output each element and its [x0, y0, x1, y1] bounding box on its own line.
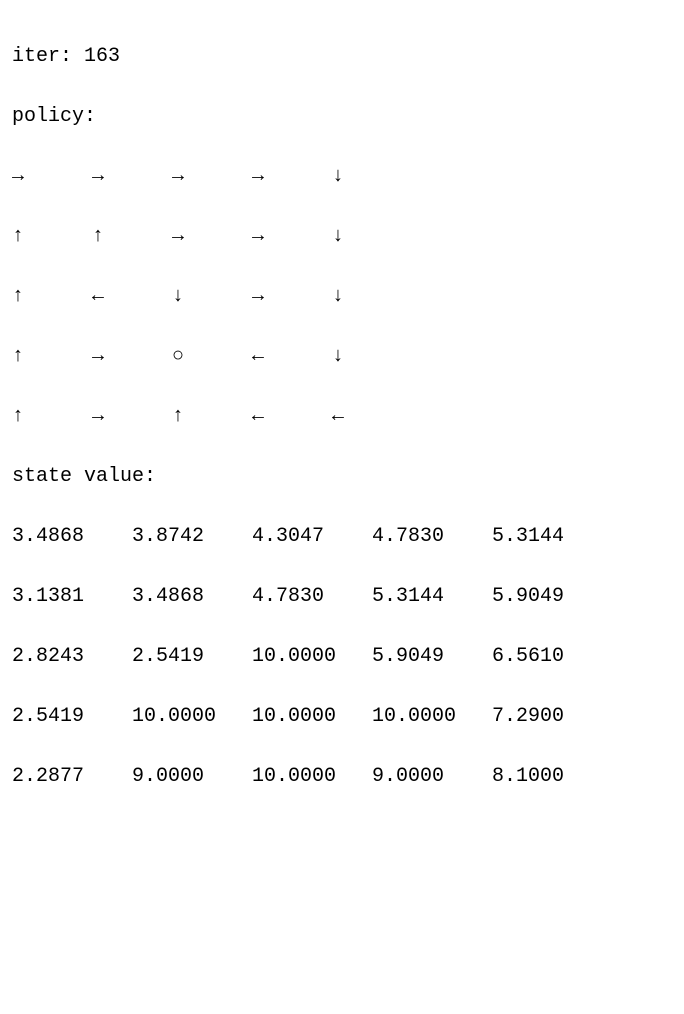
policy-cell: ← — [252, 402, 332, 432]
policy-cell: ↑ — [92, 222, 172, 252]
policy-row-0: →→→→↓ — [12, 162, 672, 192]
policy-cell: ↑ — [12, 402, 92, 432]
value-cell: 4.3047 — [252, 522, 372, 552]
value-cell: 4.7830 — [252, 582, 372, 612]
state-value-label: state value: — [12, 462, 672, 492]
policy-row-3: ↑→○←↓ — [12, 342, 672, 372]
policy-cell: ↓ — [332, 162, 412, 192]
value-cell: 2.5419 — [12, 702, 132, 732]
value-cell: 4.7830 — [372, 522, 492, 552]
policy-cell: ← — [332, 402, 412, 432]
value-row-0: 3.48683.87424.30474.78305.3144 — [12, 522, 672, 552]
value-cell: 9.0000 — [372, 762, 492, 792]
policy-cell: ↓ — [332, 342, 412, 372]
value-cell: 10.0000 — [132, 702, 252, 732]
value-cell: 10.0000 — [252, 642, 372, 672]
value-cell: 3.1381 — [12, 582, 132, 612]
value-row-4: 2.28779.000010.00009.00008.1000 — [12, 762, 672, 792]
iter-label: iter: — [12, 45, 72, 68]
policy-row-4: ↑→↑←← — [12, 402, 672, 432]
policy-cell: ← — [252, 342, 332, 372]
iter-line: iter: 163 — [12, 42, 672, 72]
value-cell: 5.3144 — [492, 522, 612, 552]
policy-cell: ↓ — [332, 222, 412, 252]
policy-cell: ○ — [172, 342, 252, 372]
value-cell: 5.3144 — [372, 582, 492, 612]
policy-cell: → — [92, 162, 172, 192]
policy-cell: ↓ — [332, 282, 412, 312]
policy-cell: ↑ — [172, 402, 252, 432]
value-cell: 9.0000 — [132, 762, 252, 792]
policy-label: policy: — [12, 102, 672, 132]
value-row-1: 3.13813.48684.78305.31445.9049 — [12, 582, 672, 612]
value-cell: 3.4868 — [12, 522, 132, 552]
policy-cell: ↑ — [12, 342, 92, 372]
policy-cell: → — [252, 222, 332, 252]
value-cell: 3.4868 — [132, 582, 252, 612]
policy-cell: ↑ — [12, 282, 92, 312]
policy-cell: ← — [92, 282, 172, 312]
value-row-3: 2.541910.000010.000010.00007.2900 — [12, 702, 672, 732]
value-cell: 5.9049 — [492, 582, 612, 612]
value-cell: 2.2877 — [12, 762, 132, 792]
value-cell: 10.0000 — [372, 702, 492, 732]
policy-cell: → — [252, 282, 332, 312]
value-cell: 3.8742 — [132, 522, 252, 552]
value-cell: 10.0000 — [252, 702, 372, 732]
policy-cell: ↓ — [172, 282, 252, 312]
iter-value: 163 — [84, 45, 120, 68]
policy-row-1: ↑↑→→↓ — [12, 222, 672, 252]
value-row-2: 2.82432.541910.00005.90496.5610 — [12, 642, 672, 672]
value-cell: 2.5419 — [132, 642, 252, 672]
policy-cell: → — [92, 402, 172, 432]
policy-cell: → — [12, 162, 92, 192]
value-cell: 6.5610 — [492, 642, 612, 672]
policy-cell: → — [172, 222, 252, 252]
policy-cell: → — [172, 162, 252, 192]
value-cell: 2.8243 — [12, 642, 132, 672]
value-cell: 10.0000 — [252, 762, 372, 792]
policy-cell: → — [252, 162, 332, 192]
value-cell: 5.9049 — [372, 642, 492, 672]
policy-row-2: ↑←↓→↓ — [12, 282, 672, 312]
policy-cell: ↑ — [12, 222, 92, 252]
value-cell: 8.1000 — [492, 762, 612, 792]
policy-cell: → — [92, 342, 172, 372]
value-cell: 7.2900 — [492, 702, 612, 732]
